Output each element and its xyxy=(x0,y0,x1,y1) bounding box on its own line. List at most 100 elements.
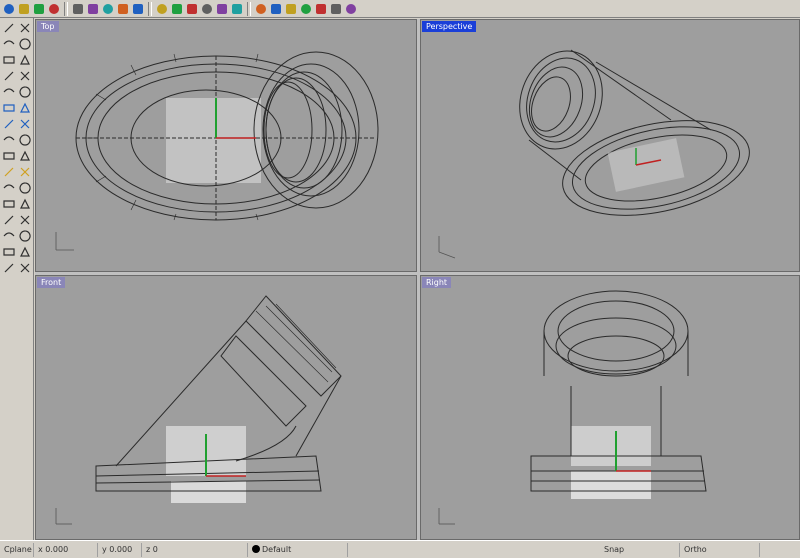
arc-tool-button[interactable] xyxy=(17,52,32,67)
copy-button[interactable] xyxy=(86,1,100,16)
open-file-icon xyxy=(19,3,29,14)
revolve-tool-button[interactable] xyxy=(1,132,16,147)
cut-icon xyxy=(73,3,83,14)
save-button[interactable] xyxy=(32,1,46,16)
point-tool-button[interactable] xyxy=(1,20,16,35)
sphere-button[interactable] xyxy=(314,1,328,16)
paste-icon xyxy=(103,3,113,14)
status-ortho[interactable]: Ortho xyxy=(680,542,760,557)
split-tool-button[interactable] xyxy=(17,180,32,195)
fillet-tool-button[interactable] xyxy=(17,164,32,179)
viewport-right-label[interactable]: Right xyxy=(422,277,452,288)
trim-tool-button[interactable] xyxy=(1,180,16,195)
text-tool-button[interactable] xyxy=(17,84,32,99)
layer-color-icon xyxy=(252,545,260,553)
sweep-icon xyxy=(20,119,29,128)
status-snap[interactable]: Snap xyxy=(600,542,680,557)
join-tool-button[interactable] xyxy=(1,196,16,211)
cylinder-tool-button[interactable] xyxy=(17,148,32,163)
shade-button[interactable] xyxy=(284,1,298,16)
grid-icon xyxy=(331,3,341,14)
undo-button[interactable] xyxy=(116,1,130,16)
pan-button[interactable] xyxy=(155,1,169,16)
viewport-area: Top Perspective Front Right xyxy=(35,19,800,540)
circle-icon xyxy=(2,55,15,64)
viewport-perspective-label[interactable]: Perspective xyxy=(422,21,477,32)
undo-icon xyxy=(118,3,128,14)
layer-icon xyxy=(20,263,29,272)
zoom-window-button[interactable] xyxy=(200,1,214,16)
array-tool-button[interactable] xyxy=(17,244,32,259)
status-cplane: Cplane xyxy=(0,542,34,557)
help-button[interactable] xyxy=(344,1,358,16)
print-icon xyxy=(49,3,59,14)
paste-button[interactable] xyxy=(101,1,115,16)
boolean-tool-button[interactable] xyxy=(1,164,16,179)
arc-icon xyxy=(19,54,30,65)
cut-button[interactable] xyxy=(71,1,85,16)
new-file-button[interactable] xyxy=(2,1,16,16)
viewport-front[interactable]: Front xyxy=(35,275,417,540)
copy-icon xyxy=(88,3,98,14)
sphere-tool-button[interactable] xyxy=(1,148,16,163)
mirror-tool-button[interactable] xyxy=(1,244,16,259)
scale-tool-button[interactable] xyxy=(17,228,32,243)
toolbar-separator xyxy=(64,1,68,16)
copy-tool-button[interactable] xyxy=(17,212,32,227)
top-view-wireframe xyxy=(55,51,379,251)
viewport-front-label[interactable]: Front xyxy=(37,277,66,288)
print-button[interactable] xyxy=(47,1,61,16)
material-icon xyxy=(301,3,311,14)
render-button[interactable] xyxy=(269,1,283,16)
status-spacer xyxy=(348,543,600,557)
box-tool-button[interactable] xyxy=(17,132,32,147)
viewport-top-label[interactable]: Top xyxy=(37,21,59,32)
status-x-coordinate: x 0.000 xyxy=(34,542,98,557)
surface-tool-button[interactable] xyxy=(1,100,16,115)
redo-button[interactable] xyxy=(131,1,145,16)
extrude-tool-button[interactable] xyxy=(17,100,32,115)
status-layer[interactable]: Default xyxy=(248,542,348,557)
main-toolbar xyxy=(0,0,800,18)
polyline-tool-button[interactable] xyxy=(1,36,16,51)
select-button[interactable] xyxy=(230,1,244,16)
rotate-view-button[interactable] xyxy=(170,1,184,16)
zoom-icon xyxy=(187,3,197,14)
status-bar: Cplane x 0.000 y 0.000 z 0 Default Snap … xyxy=(0,540,800,558)
loft-tool-button[interactable] xyxy=(1,116,16,131)
move-tool-button[interactable] xyxy=(1,212,16,227)
color-button[interactable] xyxy=(254,1,268,16)
line-icon xyxy=(20,23,29,32)
zoom-extents-icon xyxy=(217,3,227,14)
revolve-icon xyxy=(3,135,14,140)
layer-tool-button[interactable] xyxy=(17,260,32,275)
save-icon xyxy=(34,3,44,14)
shade-icon xyxy=(286,3,296,14)
sweep-tool-button[interactable] xyxy=(17,116,32,131)
polygon-icon xyxy=(3,87,14,92)
zoom-button[interactable] xyxy=(185,1,199,16)
rectangle-tool-button[interactable] xyxy=(17,68,32,83)
grid-button[interactable] xyxy=(329,1,343,16)
dimension-tool-button[interactable] xyxy=(1,260,16,275)
dimension-icon xyxy=(4,263,13,272)
viewport-perspective[interactable]: Perspective xyxy=(420,19,800,272)
explode-tool-button[interactable] xyxy=(17,196,32,211)
circle-tool-button[interactable] xyxy=(1,52,16,67)
line-tool-button[interactable] xyxy=(17,20,32,35)
material-button[interactable] xyxy=(299,1,313,16)
curve-tool-button[interactable] xyxy=(17,36,32,51)
polygon-tool-button[interactable] xyxy=(1,84,16,99)
viewport-top[interactable]: Top xyxy=(35,19,417,272)
box-icon xyxy=(18,133,31,146)
open-file-button[interactable] xyxy=(17,1,31,16)
ellipse-tool-button[interactable] xyxy=(1,68,16,83)
viewport-right[interactable]: Right xyxy=(420,275,800,540)
rotate-tool-button[interactable] xyxy=(1,228,16,243)
new-file-icon xyxy=(4,3,14,14)
select-icon xyxy=(232,3,242,14)
curve-icon xyxy=(18,37,31,50)
copy-icon xyxy=(20,215,29,224)
color-icon xyxy=(256,3,266,14)
zoom-extents-button[interactable] xyxy=(215,1,229,16)
